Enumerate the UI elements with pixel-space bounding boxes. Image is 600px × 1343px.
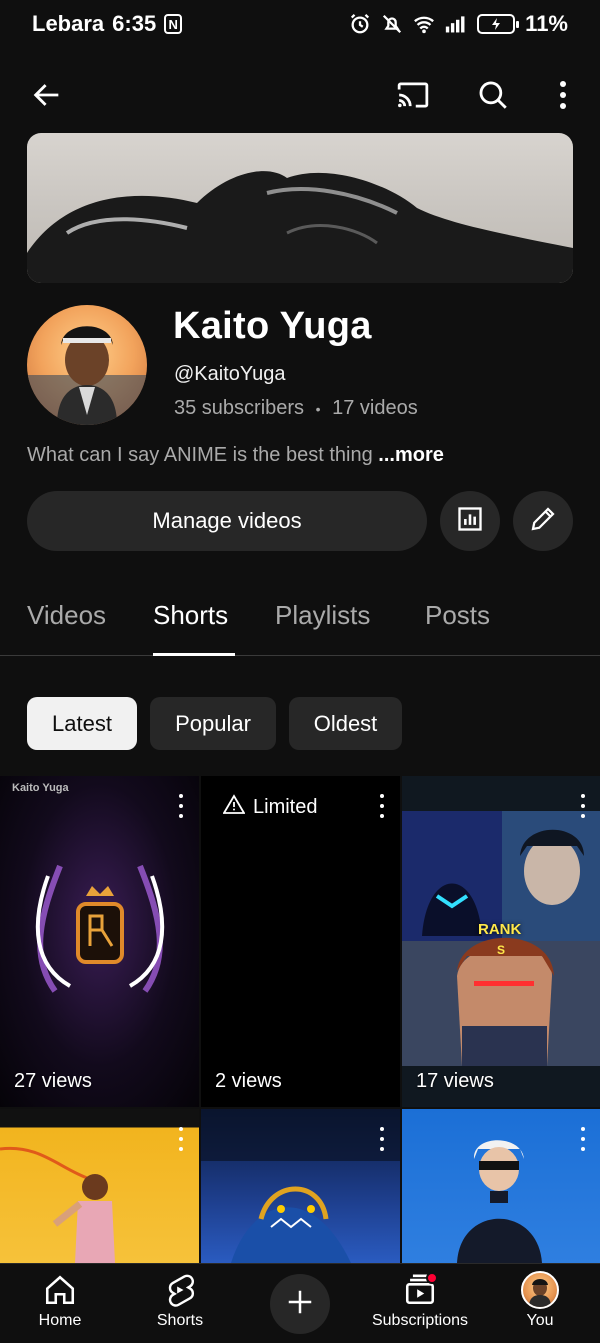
- nfc-icon: N: [164, 14, 183, 34]
- account-avatar: [521, 1271, 559, 1309]
- video-count: 17 videos: [332, 397, 418, 419]
- subscriber-count: 35 subscribers: [174, 397, 305, 419]
- tab-shorts[interactable]: Shorts: [153, 600, 228, 631]
- channel-watermark: Kaito Yuga: [12, 782, 69, 794]
- battery-level: 11%: [525, 11, 568, 36]
- nav-subscriptions-label: Subscriptions: [371, 1312, 469, 1329]
- short-more-icon[interactable]: [378, 1127, 386, 1151]
- channel-description[interactable]: What can I say ANIME is the best thing .…: [27, 444, 444, 467]
- status-bar: Lebara 6:35 N 11%: [0, 0, 600, 48]
- channel-handle: @KaitoYuga: [174, 363, 286, 385]
- nav-subscriptions[interactable]: Subscriptions: [360, 1270, 480, 1342]
- cast-icon[interactable]: [388, 70, 438, 120]
- limited-label: Limited: [253, 795, 318, 818]
- short-thumbnail[interactable]: [201, 1109, 400, 1263]
- top-app-bar: [0, 60, 600, 130]
- channel-stats: 35 subscribers • 17 videos: [174, 397, 418, 420]
- channel-name: Kaito Yuga: [173, 305, 372, 347]
- filter-chip-popular[interactable]: Popular: [150, 697, 276, 750]
- mute-bell-icon: [381, 13, 403, 35]
- clock: 6:35: [112, 11, 157, 36]
- alarm-icon: [349, 13, 371, 35]
- rank-overlay-text: RANK: [478, 921, 522, 938]
- create-button[interactable]: [270, 1274, 330, 1334]
- stats-separator: •: [315, 401, 321, 417]
- short-thumbnail[interactable]: [402, 1109, 600, 1263]
- rank-overlay-sub: S: [497, 943, 506, 957]
- warning-icon: [222, 794, 246, 820]
- notification-dot: [426, 1272, 438, 1284]
- channel-banner[interactable]: [27, 133, 573, 283]
- tab-posts[interactable]: Posts: [425, 600, 490, 631]
- tab-playlists[interactable]: Playlists: [275, 600, 370, 631]
- short-more-icon[interactable]: [579, 1127, 587, 1151]
- search-icon[interactable]: [468, 70, 518, 120]
- analytics-button[interactable]: [440, 491, 500, 551]
- edit-pencil-icon: [528, 504, 558, 539]
- short-thumbnail[interactable]: RANK S 17 views: [402, 776, 600, 1107]
- filter-chip-oldest[interactable]: Oldest: [289, 697, 402, 750]
- nav-home[interactable]: Home: [0, 1270, 120, 1342]
- account-avatar-wrap: [520, 1270, 560, 1310]
- short-view-count: 17 views: [416, 1070, 494, 1092]
- nav-you-label: You: [526, 1312, 554, 1329]
- nav-shorts-label: Shorts: [156, 1312, 204, 1329]
- channel-avatar[interactable]: [27, 305, 147, 425]
- signal-icon: [445, 13, 467, 35]
- wifi-icon: [413, 13, 435, 35]
- nav-you[interactable]: You: [480, 1270, 600, 1342]
- bottom-navigation: Home Shorts Subscriptions You: [0, 1263, 600, 1343]
- subscriptions-icon: [400, 1270, 440, 1310]
- nav-shorts[interactable]: Shorts: [120, 1270, 240, 1342]
- edit-channel-button[interactable]: [513, 491, 573, 551]
- home-icon: [40, 1270, 80, 1310]
- short-more-icon[interactable]: [378, 794, 386, 818]
- short-thumbnail[interactable]: Limited 2 views: [201, 776, 400, 1107]
- nav-home-label: Home: [38, 1312, 82, 1329]
- more-vert-icon[interactable]: [538, 70, 588, 120]
- analytics-icon: [456, 505, 484, 538]
- short-more-icon[interactable]: [177, 1127, 185, 1151]
- limited-badge: Limited: [222, 794, 318, 820]
- short-thumbnail[interactable]: [0, 1109, 199, 1263]
- channel-tabs: Videos Shorts Playlists Posts: [0, 580, 600, 656]
- create-plus-icon: [285, 1287, 315, 1322]
- back-arrow-icon[interactable]: [22, 70, 72, 120]
- manage-videos-button[interactable]: Manage videos: [27, 491, 427, 551]
- short-thumbnail[interactable]: Kaito Yuga 27 views: [0, 776, 199, 1107]
- battery-charging-icon: [477, 14, 520, 34]
- shorts-icon: [160, 1270, 200, 1310]
- short-more-icon[interactable]: [177, 794, 185, 818]
- tab-videos[interactable]: Videos: [27, 600, 106, 631]
- description-text: What can I say ANIME is the best thing: [27, 444, 379, 466]
- short-more-icon[interactable]: [579, 794, 587, 818]
- filter-chip-latest[interactable]: Latest: [27, 697, 137, 750]
- active-tab-indicator: [153, 653, 235, 656]
- short-view-count: 2 views: [215, 1070, 282, 1092]
- carrier-name: Lebara: [32, 11, 105, 36]
- short-view-count: 27 views: [14, 1070, 92, 1092]
- more-link[interactable]: ...more: [378, 444, 444, 466]
